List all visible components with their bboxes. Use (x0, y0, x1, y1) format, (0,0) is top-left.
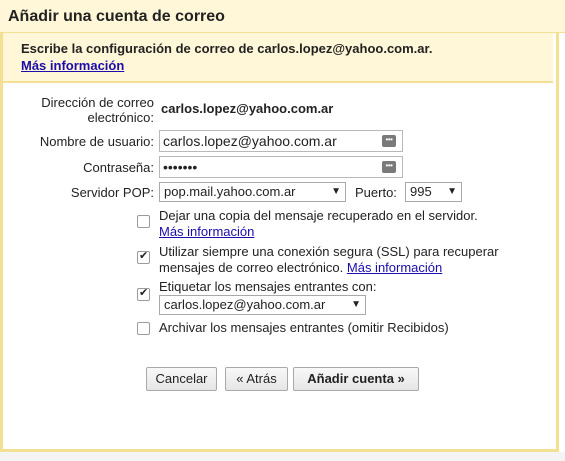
label-incoming-label: Etiquetar los mensajes entrantes con: (159, 279, 377, 294)
password-dots-icon[interactable]: ••• (382, 161, 396, 173)
port-label: Puerto: (355, 185, 397, 200)
intro-more-info-link[interactable]: Más información (21, 58, 124, 73)
ssl-more-info-link[interactable]: Más información (347, 260, 442, 275)
chevron-down-icon: ▼ (351, 299, 361, 310)
ssl-label-line1: Utilizar siempre una conexión segura (SS… (159, 244, 499, 259)
archive-label: Archivar los mensajes entrantes (omitir … (159, 320, 449, 335)
intro-box: Escribe la configuración de correo de ca… (3, 33, 553, 83)
check-icon: ✔ (139, 287, 149, 299)
pop-server-value: pop.mail.yahoo.com.ar (164, 184, 296, 199)
dialog-title: Añadir una cuenta de correo (8, 8, 225, 25)
password-dots-icon[interactable]: ••• (382, 135, 396, 147)
dialog-title-bar: Añadir una cuenta de correo (0, 0, 565, 33)
password-label: Contraseña: (83, 160, 154, 175)
username-label: Nombre de usuario: (39, 134, 154, 149)
password-value: ••••••• (163, 159, 198, 175)
port-select[interactable]: 995 ▼ (405, 182, 462, 202)
chevron-down-icon: ▼ (447, 186, 457, 197)
check-icon: ✔ (139, 250, 149, 262)
label-incoming-select[interactable]: carlos.lopez@yahoo.com.ar ▼ (159, 295, 366, 315)
pop-server-label: Servidor POP: (70, 185, 154, 200)
username-value: carlos.lopez@yahoo.com.ar (163, 133, 337, 149)
ssl-label-line2: mensajes de correo electrónico. (159, 260, 344, 275)
leave-copy-checkbox[interactable] (137, 215, 150, 228)
email-label-line1: Dirección de correo (41, 95, 154, 110)
archive-checkbox[interactable] (137, 322, 150, 335)
label-incoming-select-value: carlos.lopez@yahoo.com.ar (164, 297, 326, 312)
email-label-line2: electrónico: (87, 110, 154, 125)
pop-server-select[interactable]: pop.mail.yahoo.com.ar ▼ (159, 182, 346, 202)
cancel-button[interactable]: Cancelar (146, 367, 217, 391)
password-input[interactable]: ••••••• (159, 156, 403, 178)
add-account-button[interactable]: Añadir cuenta » (293, 367, 419, 391)
chevron-down-icon: ▼ (331, 186, 341, 197)
background-strip (0, 452, 565, 461)
label-incoming-checkbox[interactable]: ✔ (137, 287, 150, 301)
ssl-checkbox[interactable]: ✔ (137, 250, 150, 264)
back-button[interactable]: « Atrás (225, 367, 288, 391)
email-value: carlos.lopez@yahoo.com.ar (161, 101, 334, 116)
port-value: 995 (410, 184, 432, 199)
ssl-option: Utilizar siempre una conexión segura (SS… (159, 244, 499, 276)
username-input[interactable]: carlos.lopez@yahoo.com.ar (159, 130, 403, 152)
email-label: Dirección de correo electrónico: (28, 95, 154, 125)
leave-copy-label: Dejar una copia del mensaje recuperado e… (159, 208, 478, 223)
leave-copy-more-info-link[interactable]: Más información (159, 224, 254, 239)
leave-copy-option: Dejar una copia del mensaje recuperado e… (159, 208, 478, 240)
intro-text: Escribe la configuración de correo de ca… (21, 41, 433, 56)
